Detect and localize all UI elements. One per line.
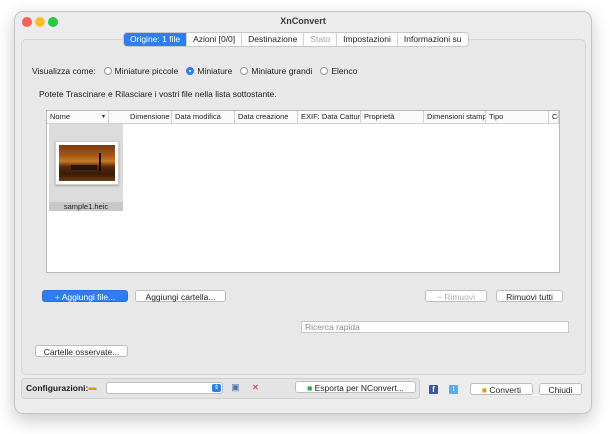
window-title: XnConvert [280,16,326,26]
column-header-truncated[interactable]: Co [549,111,559,123]
radio-large-thumbnails[interactable] [240,67,249,75]
add-files-button[interactable]: + Aggiungi file... [42,290,128,302]
tab-settings[interactable]: Impostazioni [337,33,398,46]
column-name-label: Nome [50,112,71,121]
thumbnail-filename: sample1.heic [49,202,123,211]
column-header-type[interactable]: Tipo [486,111,549,123]
export-label: Esporta per NConvert... [314,383,404,393]
lamp-post-shape [99,153,101,171]
file-list[interactable]: Nome ▾ Dimensione Data modifica Data cre… [46,110,560,273]
radio-list-label[interactable]: Elenco [331,66,357,76]
select-stepper-icon: ⇕ [212,384,221,392]
facebook-icon[interactable]: f [429,385,438,394]
tab-status: Stato [304,33,338,46]
radio-small-thumbnails-label[interactable]: Miniature piccole [115,66,179,76]
column-header-size[interactable]: Dimensione [127,111,172,123]
folder-icon[interactable]: ▬ [88,383,97,392]
tab-destination[interactable]: Destinazione [242,33,305,46]
view-mode-row: Visualizza come: Miniature piccole Minia… [32,65,357,77]
radio-thumbnails-label[interactable]: Miniature [197,66,232,76]
close-button[interactable]: Chiudi [539,383,582,395]
add-files-label: Aggiungi file... [61,292,116,302]
add-folder-button[interactable]: Aggiungi cartella... [135,290,226,302]
config-select[interactable]: ⇕ [106,382,223,394]
zoom-window-button[interactable] [48,17,58,27]
export-icon: ■ [307,383,313,393]
minus-icon: − [436,292,442,302]
tab-source[interactable]: Origine: 1 file [124,33,188,46]
close-window-button[interactable] [22,17,32,27]
delete-icon[interactable]: ✕ [251,383,260,392]
main-window: XnConvert Origine: 1 file Azioni [0/0] D… [14,11,592,414]
add-plus-icon: + [54,292,60,302]
column-header-print-size[interactable]: Dimensioni stamp [424,111,486,123]
thumbnail-image [55,141,119,185]
sort-chevron-icon: ▾ [101,114,105,120]
column-header-created[interactable]: Data creazione [235,111,298,123]
convert-label: Converti [489,385,522,395]
save-icon[interactable]: ▣ [231,383,240,392]
quick-search-input[interactable]: Ricerca rapida [301,321,569,333]
remove-button: − Rimuovi [425,290,487,302]
convert-icon: ■ [481,385,488,395]
export-nconvert-button[interactable]: ■ Esporta per NConvert... [295,381,416,393]
radio-small-thumbnails[interactable] [103,67,112,75]
minimize-window-button[interactable] [35,17,45,27]
tab-actions[interactable]: Azioni [0/0] [187,33,243,46]
convert-button[interactable]: ■ Converti [470,383,533,395]
config-label: Configurazioni: [26,383,89,393]
drag-drop-hint: Potete Trascinare e Rilasciare i vostri … [39,89,277,99]
radio-large-thumbnails-label[interactable]: Miniature grandi [251,66,312,76]
column-header-modified[interactable]: Data modifica [172,111,235,123]
bench-shape [71,165,97,170]
remove-label: Rimuovi [444,292,476,302]
watched-folders-button[interactable]: Cartelle osservate... [35,345,128,357]
view-mode-label: Visualizza come: [32,66,96,76]
column-header-exif-date[interactable]: EXIF: Data Cattura [298,111,361,123]
tab-bar: Origine: 1 file Azioni [0/0] Destinazion… [123,32,469,47]
column-header-name[interactable]: Nome ▾ [47,111,109,123]
radio-list[interactable] [320,67,329,75]
list-header: Nome ▾ Dimensione Data modifica Data cre… [47,111,559,124]
column-header-properties[interactable]: Proprietà [361,111,424,123]
radio-thumbnails[interactable] [186,67,195,75]
autumn-photo-preview [59,145,115,181]
remove-all-button[interactable]: Rimuovi tutti [496,290,563,302]
tab-about[interactable]: Informazioni su [398,33,468,46]
file-thumbnail-tile[interactable]: sample1.heic [49,124,123,211]
twitter-icon[interactable]: t [449,385,458,394]
